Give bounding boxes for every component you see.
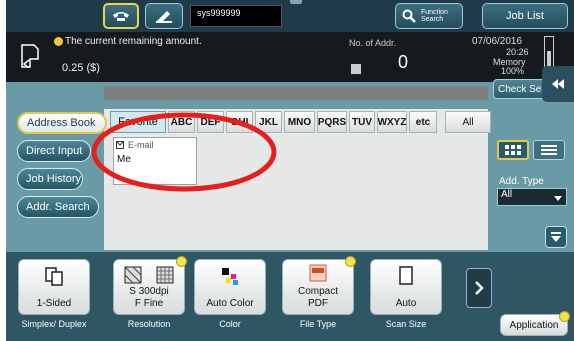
status-message: The current remaining amount. xyxy=(65,36,202,47)
next-functions-button[interactable] xyxy=(466,268,492,308)
list-view-icon xyxy=(541,145,557,155)
job-history-button[interactable]: Job History xyxy=(17,168,83,190)
memory-value: 100% xyxy=(501,66,525,76)
tab-wxyz[interactable]: WXYZ xyxy=(377,111,407,133)
fax-phone-button[interactable] xyxy=(103,3,139,29)
time-display: 20:26 xyxy=(506,47,529,57)
bulb-icon xyxy=(54,37,63,46)
changed-indicator-icon xyxy=(345,256,356,267)
search-icon xyxy=(402,9,416,23)
resolution-value: S 300dpi F Fine xyxy=(114,286,184,310)
file-type-label: File Type xyxy=(299,319,337,329)
scroll-down-button[interactable] xyxy=(545,226,567,248)
destination-bar xyxy=(104,86,488,100)
status-bar: The current remaining amount. 0.25 ($) N… xyxy=(6,32,574,82)
simplex-duplex-value: 1-Sided xyxy=(36,298,72,309)
tab-mno[interactable]: MNO xyxy=(284,111,315,133)
collapse-panel-button[interactable] xyxy=(542,66,574,102)
tab-etc[interactable]: etc xyxy=(409,111,437,133)
simplex-icon xyxy=(45,267,63,286)
list-view-button[interactable] xyxy=(533,140,565,160)
collapse-icon xyxy=(552,79,564,89)
address-search-button[interactable]: Addr. Search xyxy=(17,196,99,218)
function-search-button[interactable]: Function Search xyxy=(395,3,463,29)
color-label: Color xyxy=(219,319,241,329)
annotation-circle xyxy=(91,112,277,192)
resolution-icon xyxy=(124,266,174,284)
job-list-button[interactable]: Job List xyxy=(482,3,568,29)
function-search-line1: Function xyxy=(421,9,448,16)
tab-pqrs[interactable]: PQRS xyxy=(317,111,347,133)
function-search-line2: Search xyxy=(421,16,444,23)
changed-indicator-icon xyxy=(176,256,187,267)
top-bar: sys999999 Function Search Job List xyxy=(6,0,574,32)
panel-grip[interactable] xyxy=(290,0,302,4)
resolution-value-line2: F Fine xyxy=(134,298,164,309)
document-icon xyxy=(21,44,39,68)
edit-button[interactable] xyxy=(145,3,183,29)
phone-icon xyxy=(113,12,129,21)
simplex-duplex-label: Simplex/ Duplex xyxy=(21,319,87,329)
scan-size-value: Auto xyxy=(395,298,417,309)
resolution-label: Resolution xyxy=(127,319,171,329)
grid-view-icon xyxy=(505,145,521,155)
address-count: 0 xyxy=(398,52,409,72)
resolution-value-line1: S 300dpi xyxy=(129,286,169,297)
edit-icon xyxy=(156,11,172,23)
remaining-amount: 0.25 ($) xyxy=(62,62,100,74)
file-type-value: Compact PDF xyxy=(283,286,353,310)
add-type-label: Add. Type xyxy=(499,176,544,187)
grid-view-button[interactable] xyxy=(497,140,529,160)
scan-size-button[interactable]: Auto xyxy=(370,259,442,315)
next-icon xyxy=(475,281,484,295)
date-display: 07/06/2016 xyxy=(472,36,523,47)
add-type-select[interactable]: All xyxy=(497,188,567,206)
page-icon xyxy=(399,266,413,285)
simplex-duplex-button[interactable]: 1-Sided xyxy=(18,259,90,315)
file-type-value-line1: Compact xyxy=(297,286,338,297)
scan-size-label: Scan Size xyxy=(385,319,427,329)
tab-all[interactable]: All xyxy=(445,111,491,133)
scroll-down-icon xyxy=(551,232,561,242)
color-button[interactable]: Auto Color xyxy=(194,259,266,315)
address-count-label: No. of Addr. xyxy=(349,38,397,48)
chevron-down-icon xyxy=(554,196,562,201)
add-type-value: All xyxy=(501,189,513,200)
resolution-button[interactable]: S 300dpi F Fine xyxy=(113,256,187,315)
direct-input-button[interactable]: Direct Input xyxy=(17,140,91,162)
application-button[interactable]: Application xyxy=(500,311,570,336)
function-search-label: Function Search xyxy=(421,9,448,23)
color-value: Auto Color xyxy=(206,298,254,309)
application-label: Application xyxy=(509,319,559,331)
address-icon xyxy=(351,64,361,74)
screen: sys999999 Function Search Job List The c… xyxy=(0,0,574,341)
color-icon xyxy=(222,268,238,285)
file-type-value-line2: PDF xyxy=(308,298,328,309)
file-type-button[interactable]: Compact PDF xyxy=(282,256,356,315)
control-panel: sys999999 Function Search Job List The c… xyxy=(6,0,574,341)
changed-indicator-icon xyxy=(559,311,570,322)
tab-tuv[interactable]: TUV xyxy=(349,111,375,133)
user-id-display: sys999999 xyxy=(190,5,282,27)
pdf-icon xyxy=(309,264,327,282)
